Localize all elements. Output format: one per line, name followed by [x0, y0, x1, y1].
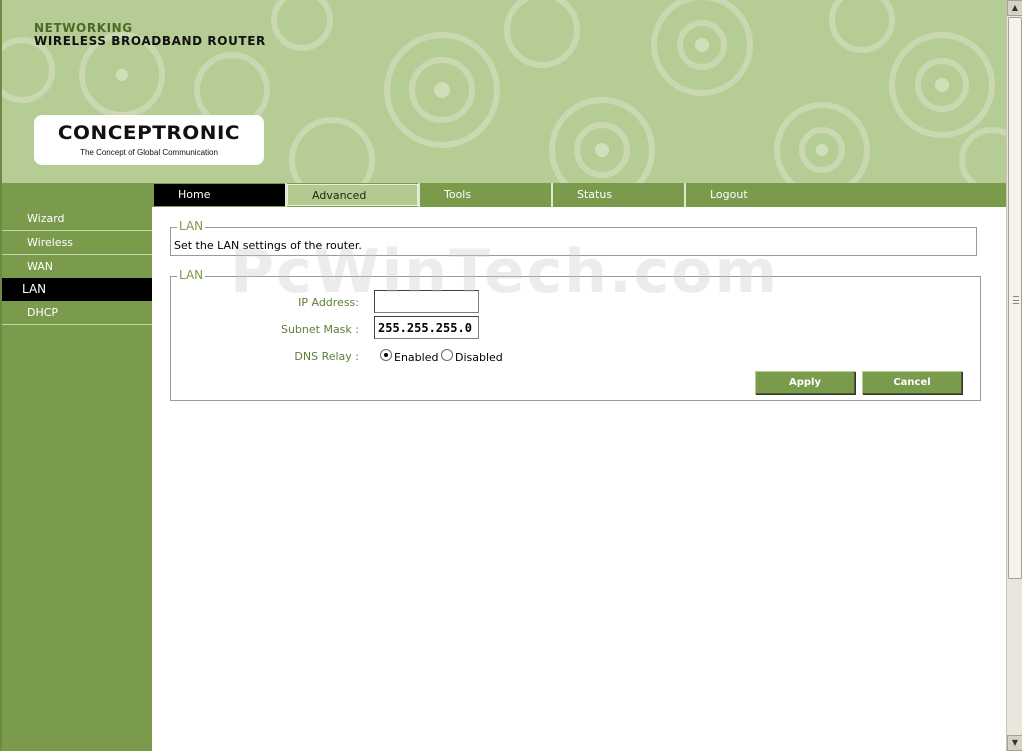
lan-intro-section: LAN Set the LAN settings of the router.: [170, 219, 977, 256]
section-description: Set the LAN settings of the router.: [174, 239, 362, 252]
tab-tools[interactable]: Tools: [420, 184, 551, 206]
ip-address-input[interactable]: [374, 290, 479, 313]
sidebar-divider: [2, 324, 154, 325]
tab-advanced[interactable]: Advanced: [287, 184, 418, 206]
scroll-up-arrow-icon[interactable]: ▲: [1007, 0, 1022, 16]
section-legend: LAN: [177, 219, 206, 233]
brand-logo-tagline: The Concept of Global Communication: [80, 148, 218, 157]
dns-relay-enabled-radio[interactable]: [380, 349, 392, 361]
tab-status[interactable]: Status: [553, 184, 684, 206]
brand-logo: CONCEPTRONIC The Concept of Global Commu…: [34, 115, 264, 165]
ip-address-label: IP Address:: [298, 296, 359, 309]
dns-relay-enabled-label: Enabled: [394, 351, 439, 364]
header-banner: NETWORKING WIRELESS BROADBAND ROUTER CON…: [0, 0, 1006, 183]
sidebar-item-wan[interactable]: WAN: [2, 255, 154, 278]
subnet-mask-label: Subnet Mask :: [280, 323, 359, 336]
dns-relay-disabled-label: Disabled: [455, 351, 503, 364]
brand-logo-wordmark: CONCEPTRONIC: [57, 122, 241, 144]
sidebar-item-lan[interactable]: LAN: [2, 278, 154, 301]
tab-home[interactable]: Home: [154, 184, 285, 206]
scroll-down-arrow-icon[interactable]: ▼: [1007, 735, 1022, 751]
dns-relay-label: DNS Relay :: [294, 350, 359, 363]
sidebar-item-wireless[interactable]: Wireless: [2, 231, 154, 254]
vertical-scrollbar[interactable]: ▲ ▼: [1006, 0, 1022, 751]
product-category: NETWORKING: [34, 21, 133, 35]
subnet-mask-input[interactable]: [374, 316, 479, 339]
apply-button[interactable]: Apply: [755, 371, 855, 394]
sidebar-item-dhcp[interactable]: DHCP: [2, 301, 154, 324]
sidebar: Wizard Wireless WAN LAN DHCP: [0, 183, 154, 751]
cancel-button[interactable]: Cancel: [862, 371, 962, 394]
top-navigation: Home Advanced Tools Status Logout: [152, 183, 1006, 207]
sidebar-item-wizard[interactable]: Wizard: [2, 207, 154, 230]
tab-logout[interactable]: Logout: [686, 184, 817, 206]
scrollbar-thumb[interactable]: [1008, 17, 1022, 579]
dns-relay-disabled-radio[interactable]: [441, 349, 453, 361]
scrollbar-grip-icon: [1013, 296, 1019, 304]
main-content: LAN Set the LAN settings of the router. …: [152, 207, 1006, 751]
lan-settings-section: LAN IP Address: Subnet Mask : DNS Relay …: [170, 268, 981, 401]
section-legend: LAN: [177, 268, 206, 282]
product-name: WIRELESS BROADBAND ROUTER: [34, 34, 266, 48]
